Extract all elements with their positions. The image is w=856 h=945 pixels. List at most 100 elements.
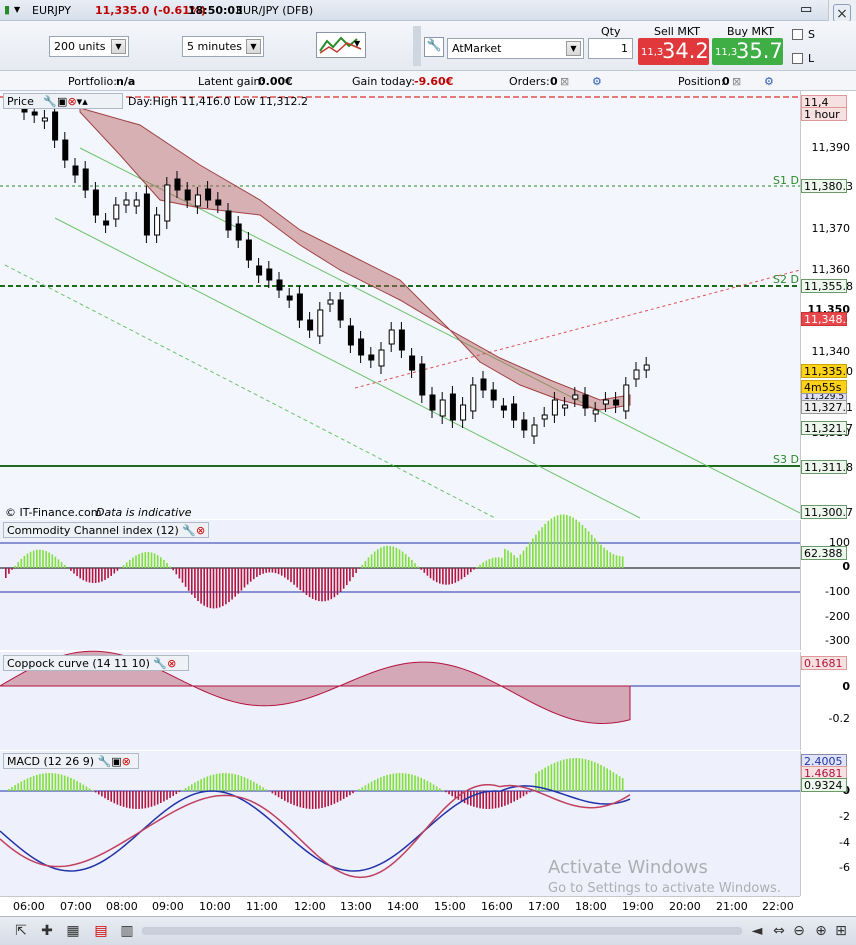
candle-body [41,117,48,122]
macd-bar [612,772,615,791]
macd-bar [411,774,413,791]
wrench-icon[interactable]: 🔧 [153,657,167,670]
cci-bar [197,568,199,602]
time-tick: 19:00 [622,900,654,913]
cci-bar [122,565,125,568]
macd-bar [395,773,398,791]
zoom-in-icon[interactable]: ⊕ [812,922,830,940]
cci-bar [463,568,466,578]
close-icon[interactable]: ⊗ [167,657,176,670]
qty-input[interactable]: 1 [588,38,633,59]
menu-arrow-icon[interactable]: ▼ [14,5,20,14]
cci-tick: 0 [842,560,850,573]
cci-bar [14,565,16,568]
position-settings-icon[interactable]: ⚙ [764,75,774,88]
chart-icon: ▮ [4,3,11,16]
macd-bar [621,778,624,791]
time-tick: 15:00 [434,900,466,913]
fit-icon[interactable]: ⊞ [832,922,850,940]
candle-body [235,223,242,241]
macd-bar [277,791,280,798]
close-icon[interactable]: ⊗ [196,524,205,537]
maximize-icon[interactable]: ▣ [111,755,121,768]
cci-bar [497,557,500,568]
cci-bar [51,554,54,568]
cci-bar [494,557,497,568]
order-type-select[interactable]: AtMarket ▼ [447,38,584,59]
cci-bar [187,568,190,591]
scroll-track[interactable] [142,927,742,935]
sell-button[interactable]: 11,3 34.2 [638,38,709,65]
coppock-title: Coppock curve (14 11 10) [7,657,150,670]
move-up-icon[interactable]: ▴ [82,95,88,108]
units-value: 200 units [54,40,106,53]
cci-bar [259,568,261,576]
clock: 18:50:03 [188,4,243,17]
macd-bar [178,791,181,793]
scroll-left-icon[interactable]: ◄ [748,922,766,940]
wrench-icon[interactable]: 🔧 [43,95,57,108]
window-menu-icon[interactable]: ▭ [800,2,812,17]
layout-icon[interactable]: ▥ [118,922,136,940]
macd-bar [513,791,515,802]
orders-icon[interactable]: ⊠ [560,75,569,88]
cci-bar [156,555,159,568]
cci-bar [240,568,243,591]
chart-canvas[interactable] [0,91,800,896]
macd-bar [346,791,348,798]
candle-body [286,295,293,301]
wrench-icon[interactable]: 🔧 [98,755,112,768]
grid-icon[interactable]: ▦ [64,922,82,940]
s3-box: 11,311.8 [801,460,853,474]
delete-icon[interactable]: ▤ [92,922,110,940]
buy-button[interactable]: 11,3 35.7 [712,38,783,65]
limit-checkbox[interactable] [792,53,803,64]
order-type-value: AtMarket [452,42,502,55]
units-select[interactable]: 200 units ▼ [49,36,129,57]
position-icon[interactable]: ⊠ [732,75,741,88]
macd-bar [606,768,608,791]
cci-bar [522,550,525,568]
symbol-label: EURJPY [32,4,71,17]
macd-bar [240,776,243,791]
cci-bar [519,554,522,568]
interval-select[interactable]: 5 minutes ▼ [182,36,264,57]
orders-value: 0 [550,75,558,88]
pan-icon[interactable]: ⇔ [770,922,788,940]
stop-checkbox[interactable] [792,29,803,40]
cci-bar [228,568,230,603]
pointer-icon[interactable]: ⇱ [12,922,30,940]
macd-bar [339,791,342,801]
cci-bar [466,568,469,575]
close-icon[interactable]: ⊗ [122,755,131,768]
macd-title: MACD (12 26 9) [7,755,95,768]
cci-bar [222,568,224,607]
crosshair-icon[interactable]: ✚ [38,922,56,940]
orders-settings-icon[interactable]: ⚙ [592,75,602,88]
macd-bar [501,791,503,807]
macd-bar [581,758,584,791]
splitter[interactable] [413,26,421,66]
candle-body [276,279,283,291]
wrench-icon[interactable]: 🔧 [182,524,196,537]
cci-bar [132,557,134,568]
candle-body [205,188,212,201]
cci-bar [287,568,289,580]
zoom-out-icon[interactable]: ⊖ [790,922,808,940]
coppock-tick: -0.2 [828,712,850,725]
maximize-icon[interactable]: ▣ [57,95,67,108]
close-icon[interactable]: ⊗ [67,95,76,108]
candle-body [164,184,171,222]
macd-bar [234,774,236,791]
coppock-value-box: 0.1681 [801,656,847,670]
close-icon[interactable]: × [833,4,851,22]
cci-bar [256,568,258,577]
wrench-icon[interactable]: 🔧 [424,37,444,57]
macd-bar [401,773,404,791]
chart-type-dropdown-icon[interactable]: ▼ [354,39,360,48]
cci-bar [144,552,147,568]
macd-bar [181,790,184,791]
macd-bar [113,791,116,804]
macd-bar [615,774,618,791]
cci-bar [60,562,63,568]
